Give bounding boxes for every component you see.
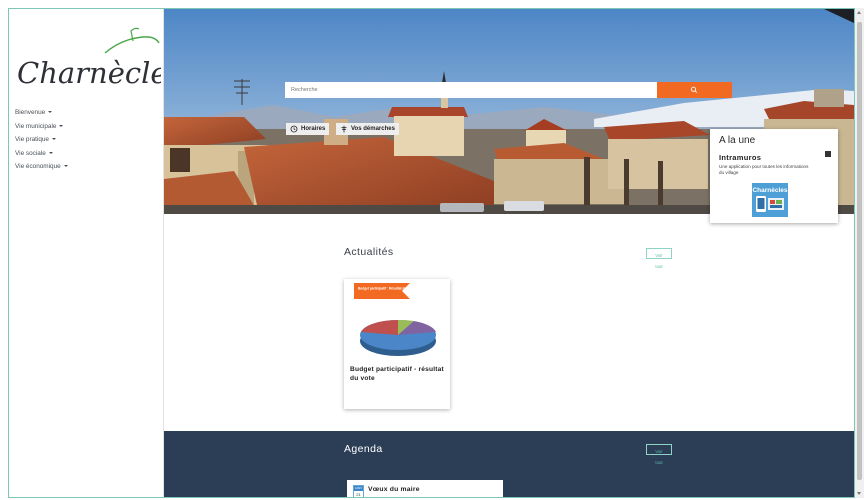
logo-text: Charnècles (17, 56, 161, 90)
see-all-agenda-button[interactable]: Voir tout (646, 444, 672, 465)
alaune-description: Une application pour toutes les informat… (719, 164, 809, 175)
agenda-event[interactable]: JANV 21 Vœux du maire (347, 480, 503, 497)
quick-link-label: Horaires (301, 126, 326, 132)
caret-down-icon (63, 165, 68, 168)
alaune-thumbnail[interactable]: Charnècles (752, 183, 788, 217)
thumbnail-text: Charnècles (752, 187, 787, 194)
caret-down-icon (52, 138, 56, 141)
search-input[interactable] (285, 82, 657, 98)
event-date: JANV 21 (353, 485, 364, 497)
pie-chart-image: Budget participatif : Résultat des votes (344, 279, 450, 365)
section-title-actualites: Actualités (344, 246, 394, 258)
clock-icon (290, 125, 298, 133)
event-day: 21 (356, 492, 361, 497)
scrollbar-thumb[interactable] (857, 22, 862, 480)
quick-link-demarches[interactable]: Vos démarches (336, 123, 399, 135)
nav-item-vie-pratique[interactable]: Vie pratique (15, 133, 68, 147)
nav-item-label: Bienvenue (15, 109, 46, 116)
news-card-title: Budget participatif - résultat du vote (350, 366, 444, 382)
caret-down-icon (59, 124, 64, 127)
main-content: Horaires Vos démarches A la une Intramur… (164, 9, 854, 497)
card-image-banner: Budget participatif : Résultat des votes (358, 287, 417, 291)
nav-item-label: Vie pratique (15, 136, 49, 143)
alaune-panel: A la une Intramuros Une application pour… (710, 129, 838, 223)
alaune-title[interactable]: Intramuros (719, 153, 761, 162)
nav-item-label: Vie municipale (15, 122, 57, 130)
nav-item-vie-sociale[interactable]: Vie sociale (15, 147, 68, 161)
page-frame: Charnècles Bienvenue Vie municipale Vie … (8, 8, 855, 498)
agenda-section: Agenda Voir tout JANV 21 Vœux du maire (164, 431, 854, 497)
news-card[interactable]: Budget participatif : Résultat des votes… (344, 279, 450, 409)
app-thumbnail-art: Charnècles (752, 183, 788, 217)
page-scrollbar[interactable] (855, 8, 864, 498)
logo-artwork: Charnècles (17, 27, 182, 90)
scroll-down-icon[interactable] (857, 492, 861, 495)
caret-down-icon (48, 151, 53, 154)
carousel-dot[interactable] (825, 151, 831, 157)
event-title: Vœux du maire (368, 486, 420, 493)
nav-item-vie-economique[interactable]: Vie économique (15, 160, 68, 174)
alaune-heading: A la une (719, 135, 756, 146)
nav-item-bienvenue[interactable]: Bienvenue (15, 106, 68, 120)
section-title-agenda: Agenda (344, 443, 383, 455)
signpost-icon (341, 125, 347, 133)
sidebar: Charnècles Bienvenue Vie municipale Vie … (9, 9, 182, 497)
search-button[interactable] (657, 82, 732, 98)
main-nav: Bienvenue Vie municipale Vie pratique Vi… (15, 106, 68, 174)
caret-down-icon (48, 111, 53, 114)
scroll-up-icon[interactable] (857, 11, 861, 14)
see-all-actualites-button[interactable]: Voir tout (646, 248, 672, 269)
search-icon (690, 86, 698, 93)
nav-item-label: Vie économique (15, 163, 61, 170)
quick-link-label: Vos démarches (351, 126, 395, 132)
site-logo[interactable]: Charnècles (13, 23, 182, 95)
nav-item-label: Vie sociale (15, 149, 46, 157)
quick-link-horaires[interactable]: Horaires (286, 123, 330, 135)
nav-item-vie-municipale[interactable]: Vie municipale (15, 120, 68, 134)
